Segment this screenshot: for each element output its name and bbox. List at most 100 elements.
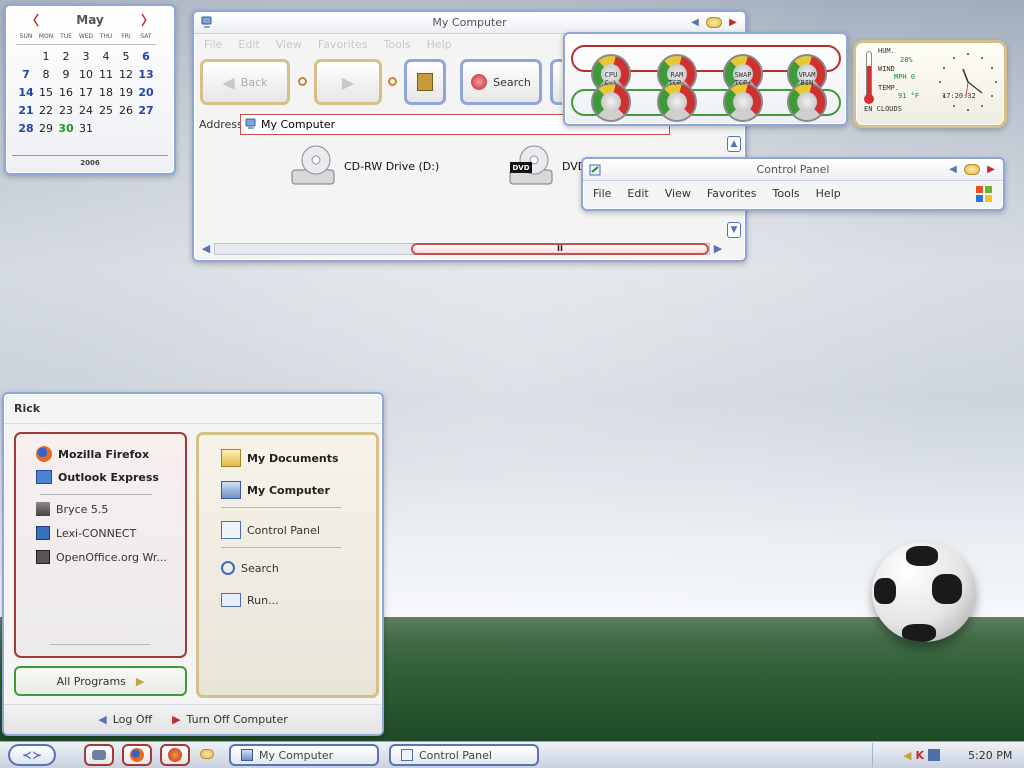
log-off-button[interactable]: ◀ Log Off xyxy=(98,713,152,726)
calendar-day[interactable]: 15 xyxy=(36,84,56,102)
run-item[interactable]: Run... xyxy=(221,593,279,607)
all-programs-button[interactable]: All Programs ▶ xyxy=(14,666,187,696)
menu-tools[interactable]: Tools xyxy=(773,187,800,200)
taskbar-item-control-panel[interactable]: Control Panel xyxy=(389,744,539,766)
menu-view[interactable]: View xyxy=(665,187,691,200)
calendar-day[interactable]: 11 xyxy=(96,66,116,84)
calendar-day[interactable]: 8 xyxy=(36,66,56,84)
program-firefox[interactable]: Mozilla Firefox xyxy=(36,446,149,462)
program-lexi-connect[interactable]: Lexi-CONNECT xyxy=(36,526,136,540)
minimize-button[interactable]: ◀ xyxy=(945,162,961,176)
menu-view[interactable]: View xyxy=(276,38,302,51)
calendar-day[interactable]: 20 xyxy=(136,84,156,102)
control-panel-titlebar[interactable]: Control Panel ◀ ▶ xyxy=(583,159,1003,181)
menu-edit[interactable]: Edit xyxy=(627,187,648,200)
dvd-drive[interactable]: DVD DVD xyxy=(508,144,586,188)
calendar-day[interactable]: 25 xyxy=(96,102,116,120)
calendar-day[interactable]: 23 xyxy=(56,102,76,120)
folder-up-button[interactable] xyxy=(404,59,446,105)
calendar-day[interactable]: 26 xyxy=(116,102,136,120)
minimize-button[interactable]: ◀ xyxy=(687,15,703,29)
calendar-day[interactable]: 9 xyxy=(56,66,76,84)
scroll-left-icon[interactable]: ◀ xyxy=(198,242,214,256)
calendar-day[interactable]: 3 xyxy=(76,48,96,66)
calendar-day[interactable]: 13 xyxy=(136,66,156,84)
menu-tools[interactable]: Tools xyxy=(384,38,411,51)
calendar-day[interactable]: 27 xyxy=(136,102,156,120)
quicklaunch-media[interactable] xyxy=(160,744,190,766)
menu-file[interactable]: File xyxy=(593,187,611,200)
scroll-up-icon[interactable]: ▲ xyxy=(727,136,741,152)
scroll-down-icon[interactable]: ▼ xyxy=(727,222,741,238)
calendar-weekday: THU xyxy=(96,33,116,45)
program-openoffice-writer[interactable]: OpenOffice.org Wr... xyxy=(36,550,167,564)
calendar-day[interactable]: 14 xyxy=(16,84,36,102)
calendar-day[interactable]: 5 xyxy=(116,48,136,66)
firefox-icon xyxy=(130,748,144,762)
calendar-day[interactable]: 16 xyxy=(56,84,76,102)
start-button[interactable]: ≺≻ xyxy=(8,744,56,766)
start-menu-footer: ◀ Log Off ▶ Turn Off Computer xyxy=(4,704,382,734)
close-button[interactable]: ▶ xyxy=(983,162,999,176)
taskbar-item-my-computer[interactable]: My Computer xyxy=(229,744,379,766)
calendar-day[interactable]: 4 xyxy=(96,48,116,66)
control-panel-item[interactable]: Control Panel xyxy=(221,521,320,539)
turn-off-button[interactable]: ▶ Turn Off Computer xyxy=(172,713,288,726)
calendar-day[interactable]: 29 xyxy=(36,120,56,138)
search-button[interactable]: Search xyxy=(460,59,542,105)
tray-arrow-icon[interactable]: ◀ xyxy=(903,749,911,762)
program-outlook-express[interactable]: Outlook Express xyxy=(36,470,159,484)
maximize-button[interactable] xyxy=(706,17,722,28)
quicklaunch-thunderbird[interactable] xyxy=(84,744,114,766)
calendar-day[interactable]: 7 xyxy=(16,66,36,84)
calendar-day[interactable]: 22 xyxy=(36,102,56,120)
calendar-day[interactable]: 21 xyxy=(16,102,36,120)
folders-button[interactable] xyxy=(550,59,562,105)
control-panel-icon xyxy=(401,749,413,761)
meter-bottom-label: BIN xyxy=(800,79,814,87)
my-computer-titlebar[interactable]: My Computer ◀ ▶ xyxy=(194,12,745,34)
media-icon xyxy=(168,748,182,762)
calendar-day[interactable]: 24 xyxy=(76,102,96,120)
program-label: Mozilla Firefox xyxy=(58,447,150,461)
network-icon[interactable] xyxy=(928,749,940,761)
calendar-day[interactable]: 1 xyxy=(36,48,56,66)
scroll-right-icon[interactable]: ▶ xyxy=(710,242,726,256)
weather-condition: EN CLOUDS xyxy=(864,105,902,113)
menu-favorites[interactable]: Favorites xyxy=(318,38,368,51)
calendar-day[interactable]: 19 xyxy=(116,84,136,102)
quicklaunch-firefox[interactable] xyxy=(122,744,152,766)
meter-label-cpu: CPU C:\ xyxy=(587,71,635,87)
forward-button[interactable]: ▶ xyxy=(314,59,382,105)
calendar-day[interactable]: 30 xyxy=(56,120,76,138)
program-bryce[interactable]: Bryce 5.5 xyxy=(36,502,108,516)
menu-help[interactable]: Help xyxy=(816,187,841,200)
close-button[interactable]: ▶ xyxy=(725,15,741,29)
calendar-day[interactable]: 6 xyxy=(136,48,156,66)
search-item[interactable]: Search xyxy=(221,561,279,575)
calendar-day[interactable]: 17 xyxy=(76,84,96,102)
menu-help[interactable]: Help xyxy=(427,38,452,51)
calendar-day[interactable]: 18 xyxy=(96,84,116,102)
calendar-day[interactable]: 12 xyxy=(116,66,136,84)
tray-clock[interactable]: 5:20 PM xyxy=(968,749,1012,762)
cd-rw-drive[interactable]: CD-RW Drive (D:) xyxy=(290,144,439,188)
calendar-day[interactable]: 28 xyxy=(16,120,36,138)
back-button[interactable]: ◀ Back xyxy=(200,59,290,105)
menu-file[interactable]: File xyxy=(204,38,222,51)
my-computer-item[interactable]: My Computer xyxy=(221,481,330,499)
next-month-icon[interactable]: 〉 xyxy=(141,10,154,29)
horizontal-scrollbar[interactable]: ◀ II ▶ xyxy=(198,241,726,256)
maximize-button[interactable] xyxy=(964,164,980,175)
calendar-day[interactable]: 2 xyxy=(56,48,76,66)
prev-month-icon[interactable]: 〈 xyxy=(26,10,39,29)
analog-clock xyxy=(936,49,1000,115)
menu-favorites[interactable]: Favorites xyxy=(707,187,757,200)
calendar-day[interactable]: 10 xyxy=(76,66,96,84)
antivirus-icon[interactable]: K xyxy=(915,749,924,762)
scroll-thumb[interactable]: II xyxy=(411,242,709,255)
calendar-day[interactable]: 31 xyxy=(76,120,96,138)
my-documents-item[interactable]: My Documents xyxy=(221,449,339,467)
menu-edit[interactable]: Edit xyxy=(238,38,259,51)
horizontal-track[interactable]: II xyxy=(214,242,710,255)
